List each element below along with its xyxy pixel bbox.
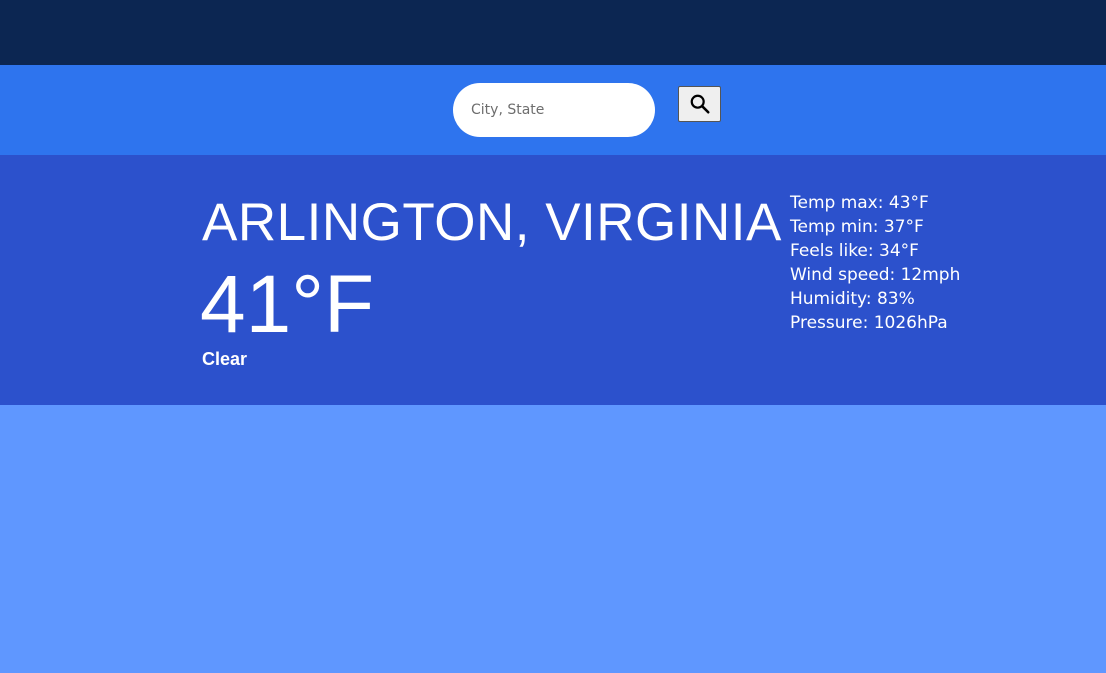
feels-like: Feels like: 34°F bbox=[790, 241, 919, 261]
top-bar bbox=[0, 0, 1106, 65]
search-button[interactable] bbox=[678, 86, 721, 122]
humidity: Humidity: 83% bbox=[790, 289, 915, 309]
weather-condition: Clear bbox=[202, 349, 248, 369]
city-search-input[interactable] bbox=[453, 83, 655, 137]
weather-panel: ARLINGTON, VIRGINIA 41°F Clear Temp max:… bbox=[0, 155, 1106, 405]
temp-max: Temp max: 43°F bbox=[790, 193, 929, 213]
temp-min: Temp min: 37°F bbox=[790, 217, 924, 237]
current-temperature: 41°F bbox=[200, 259, 375, 350]
search-icon bbox=[689, 93, 711, 115]
search-bar bbox=[0, 65, 1106, 155]
pressure: Pressure: 1026hPa bbox=[790, 313, 948, 333]
location-title: ARLINGTON, VIRGINIA bbox=[202, 193, 782, 252]
wind-speed: Wind speed: 12mph bbox=[790, 265, 961, 285]
weather-details: Temp max: 43°F Temp min: 37°F Feels like… bbox=[790, 191, 960, 335]
